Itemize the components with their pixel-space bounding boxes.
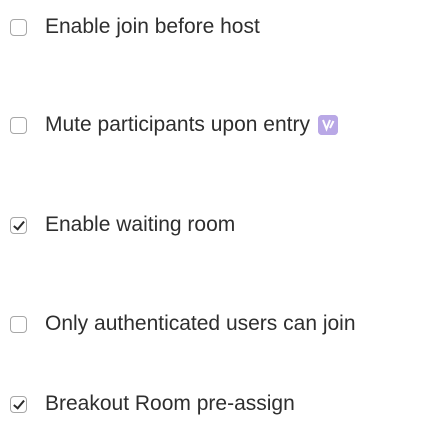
option-mute-participants-upon-entry[interactable]: Mute participants upon entry <box>10 107 338 143</box>
waiting-room-checkbox[interactable] <box>10 216 27 234</box>
option-enable-waiting-room[interactable]: Enable waiting room <box>10 207 235 243</box>
option-label: Enable join before host <box>45 15 260 38</box>
option-breakout-room-pre-assign[interactable]: Breakout Room pre-assign <box>10 386 295 422</box>
authenticated-users-checkbox[interactable] <box>10 315 27 333</box>
option-label: Enable waiting room <box>45 213 236 236</box>
join-before-host-checkbox[interactable] <box>10 18 27 36</box>
breakout-room-checkbox[interactable] <box>10 395 27 413</box>
option-label: Mute participants upon entry <box>45 113 310 136</box>
mute-participants-checkbox[interactable] <box>10 116 27 134</box>
option-enable-join-before-host[interactable]: Enable join before host <box>10 9 260 45</box>
feature-badge-icon <box>317 115 338 135</box>
option-only-authenticated-users[interactable]: Only authenticated users can join <box>10 306 356 342</box>
option-label: Only authenticated users can join <box>45 312 356 335</box>
option-label: Breakout Room pre-assign <box>45 392 295 415</box>
